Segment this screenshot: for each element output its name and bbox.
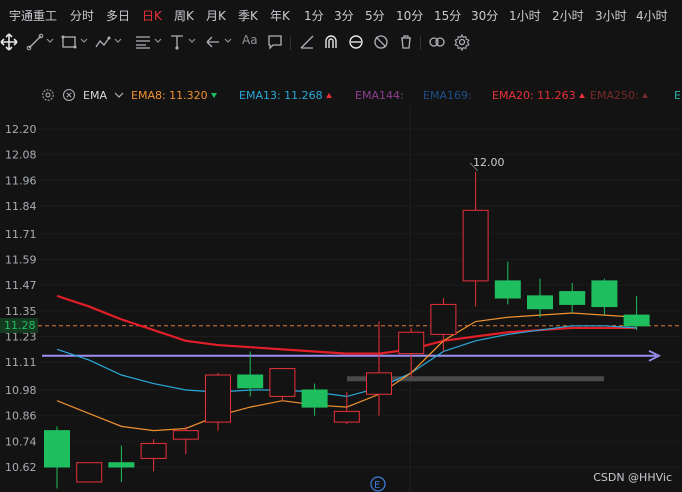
y-tick-label: 10.74 bbox=[5, 435, 37, 448]
current-price-badge: 11.28 bbox=[0, 318, 38, 333]
move-icon[interactable] bbox=[0, 33, 18, 51]
high-marker-label: 12.00 bbox=[473, 156, 505, 169]
y-tick-label: 12.08 bbox=[5, 149, 37, 162]
tab-10min[interactable]: 10分 bbox=[396, 7, 423, 24]
candle-body bbox=[44, 430, 70, 468]
event-marker-glyph: Ε bbox=[374, 480, 380, 491]
chevron-down-icon[interactable] bbox=[45, 36, 55, 46]
y-tick-label: 11.35 bbox=[5, 305, 37, 318]
candle-body bbox=[430, 303, 457, 335]
tab-quarterly-k[interactable]: 季K bbox=[238, 7, 258, 24]
ruler-icon[interactable] bbox=[298, 33, 316, 51]
link-icon[interactable] bbox=[347, 33, 365, 51]
y-tick-label: 11.71 bbox=[5, 228, 37, 241]
tab-2hour[interactable]: 2小时 bbox=[552, 7, 584, 24]
tab-1hour[interactable]: 1小时 bbox=[509, 7, 541, 24]
tab-5min[interactable]: 5分 bbox=[365, 7, 385, 24]
ema8-label: EMA8: 11.320 bbox=[131, 89, 218, 102]
tab-30min[interactable]: 30分 bbox=[471, 7, 498, 24]
chevron-down-icon[interactable] bbox=[112, 88, 126, 102]
y-tick-label: 10.86 bbox=[5, 410, 37, 423]
y-tick-label: 11.11 bbox=[5, 356, 37, 369]
candle-body bbox=[301, 389, 328, 408]
candle-body bbox=[269, 368, 296, 397]
indicator-legend: EMA EMA8: 11.320 EMA13: 11.268 EMA144: E… bbox=[0, 86, 682, 106]
candle-body bbox=[559, 291, 586, 305]
magnet-icon[interactable] bbox=[322, 33, 340, 51]
ema169-label: EMA169: bbox=[423, 89, 472, 102]
candle-body bbox=[591, 280, 618, 308]
candle-body bbox=[494, 280, 521, 299]
trend-line-icon[interactable] bbox=[26, 33, 44, 51]
tab-3hour[interactable]: 3小时 bbox=[595, 7, 627, 24]
candle-body bbox=[76, 462, 103, 483]
ema13-label: EMA13: 11.268 bbox=[239, 89, 333, 102]
candle-body bbox=[205, 374, 231, 423]
ema250-label: EMA250: bbox=[590, 89, 649, 102]
y-tick-label: 10.62 bbox=[5, 461, 37, 474]
candle-body bbox=[140, 442, 167, 459]
ema-extra-label: E bbox=[674, 89, 681, 102]
tab-4hour[interactable]: 4小时 bbox=[636, 7, 668, 24]
tab-daily-k[interactable]: 日K bbox=[142, 7, 162, 24]
tab-monthly-k[interactable]: 月K bbox=[206, 7, 226, 24]
tab-intraday[interactable]: 分时 bbox=[70, 7, 94, 24]
tab-1min[interactable]: 1分 bbox=[304, 7, 324, 24]
overlay-icon[interactable] bbox=[428, 33, 446, 51]
hide-drawings-icon[interactable] bbox=[372, 33, 390, 51]
chevron-down-icon[interactable] bbox=[187, 36, 197, 46]
chevron-down-icon[interactable] bbox=[153, 36, 163, 46]
ema144-label: EMA144: bbox=[355, 89, 404, 102]
candle-body bbox=[462, 209, 489, 282]
candle-body bbox=[333, 410, 360, 423]
candle-body bbox=[237, 374, 264, 389]
y-tick-label: 11.47 bbox=[5, 279, 37, 292]
chevron-down-icon[interactable] bbox=[223, 36, 233, 46]
timeframe-bar: 宇通重工 分时 多日 日K 周K 月K 季K 年K 1分 3分 5分 10分 1… bbox=[0, 0, 682, 30]
candle-body bbox=[623, 314, 650, 327]
candle-body bbox=[398, 331, 425, 355]
price-line-icon[interactable] bbox=[168, 33, 186, 51]
settings-icon[interactable] bbox=[453, 33, 471, 51]
ema20-label: EMA20: 11.263 bbox=[492, 89, 586, 102]
candle-body bbox=[172, 430, 199, 440]
comment-icon[interactable] bbox=[266, 33, 284, 51]
delete-icon[interactable] bbox=[397, 33, 415, 51]
tab-weekly-k[interactable]: 周K bbox=[174, 7, 194, 24]
tab-15min[interactable]: 15分 bbox=[434, 7, 461, 24]
toolbar-divider bbox=[290, 36, 291, 50]
tab-multiday[interactable]: 多日 bbox=[106, 7, 130, 24]
tab-3min[interactable]: 3分 bbox=[334, 7, 354, 24]
candle-body bbox=[108, 462, 135, 468]
drawing-toolbar: Aa bbox=[0, 30, 682, 54]
stock-name[interactable]: 宇通重工 bbox=[9, 7, 57, 24]
candlestick-chart[interactable]: 12.20 12.08 11.96 11.84 11.71 11.59 11.47 11.35… bbox=[0, 106, 682, 492]
candle-body bbox=[366, 372, 392, 395]
trend-up-icon bbox=[642, 93, 649, 98]
indicator-name[interactable]: EMA bbox=[83, 89, 107, 102]
y-tick-label: 12.20 bbox=[5, 123, 37, 136]
candle-body bbox=[527, 295, 553, 310]
y-tick-label: 10.98 bbox=[5, 384, 37, 397]
trend-up-icon bbox=[326, 93, 333, 98]
chevron-down-icon[interactable] bbox=[113, 36, 123, 46]
toolbar-divider bbox=[420, 36, 421, 50]
indicator-settings-icon[interactable] bbox=[41, 88, 55, 102]
trend-down-icon bbox=[211, 93, 218, 98]
fibonacci-icon[interactable] bbox=[94, 33, 112, 51]
trend-up-icon bbox=[579, 93, 586, 98]
y-tick-label: 11.96 bbox=[5, 174, 37, 187]
chevron-down-icon[interactable] bbox=[79, 36, 89, 46]
indicator-close-icon[interactable] bbox=[62, 88, 76, 102]
text-tool-icon[interactable]: Aa bbox=[242, 33, 258, 47]
y-tick-label: 11.84 bbox=[5, 200, 37, 213]
parallel-channel-icon[interactable] bbox=[134, 33, 152, 51]
y-tick-label: 11.59 bbox=[5, 253, 37, 266]
rectangle-icon[interactable] bbox=[60, 33, 78, 51]
watermark: CSDN @HHVic bbox=[593, 471, 672, 484]
arrow-left-icon[interactable] bbox=[204, 33, 222, 51]
tab-yearly-k[interactable]: 年K bbox=[270, 7, 290, 24]
